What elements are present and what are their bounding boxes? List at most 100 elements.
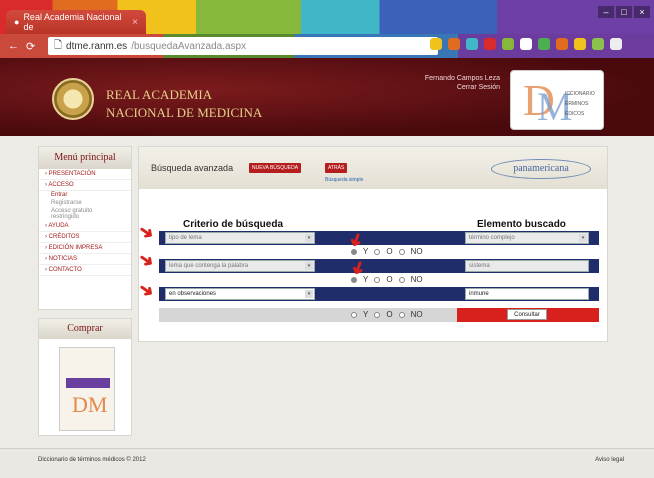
academy-name-line1: REAL ACADEMIA (106, 87, 213, 102)
extension-icon[interactable] (448, 38, 460, 50)
radio-y-2[interactable] (351, 276, 357, 283)
new-search-button[interactable]: NUEVA BÚSQUEDA (249, 163, 302, 173)
browser-window: ● Real Academia Nacional de × – □ × ← ⟳ … (0, 0, 654, 478)
criteria-value-2: lema que contenga la palabra (169, 263, 249, 269)
address-bar[interactable]: 🗋 dtme.ranm.es/busquedaAvanzada.aspx (48, 37, 438, 55)
element-input-2[interactable]: sistema (465, 260, 589, 272)
radio-o-3[interactable] (374, 311, 381, 318)
maximize-icon[interactable]: □ (616, 6, 632, 18)
annotation-arrow-icon: ➜ (134, 247, 159, 273)
radio-no-label-2: NO (410, 275, 423, 284)
operator-group-3: Y O NO (351, 310, 423, 319)
extension-icon[interactable] (592, 38, 604, 50)
extension-icon[interactable] (502, 38, 514, 50)
legal-link[interactable]: Aviso legal (595, 457, 624, 463)
menu-subitem-entrar[interactable]: Entrar (39, 191, 131, 199)
extension-icon[interactable] (430, 38, 442, 50)
element-value-1: término complejo (469, 235, 515, 241)
submit-bar: Consultar (457, 308, 599, 322)
window-controls: – □ × (598, 6, 650, 18)
site-header: REAL ACADEMIA NACIONAL DE MEDICINA Ferna… (0, 58, 654, 136)
menu-item-ayuda[interactable]: › AYUDA (39, 221, 131, 232)
browser-tab[interactable]: ● Real Academia Nacional de × (6, 10, 146, 34)
radio-y-label-3: Y (363, 310, 369, 319)
extension-icons (430, 38, 622, 50)
extension-icon[interactable] (556, 38, 568, 50)
panamericana-logo: panamericana (491, 159, 591, 179)
buy-title: Comprar (39, 319, 131, 339)
menu-icon[interactable] (610, 38, 622, 50)
close-window-icon[interactable]: × (634, 6, 650, 18)
user-box: Fernando Campos Leza Cerrar Sesión (400, 74, 500, 92)
back-icon[interactable]: ← (8, 40, 19, 52)
extension-icon[interactable] (538, 38, 550, 50)
page-body: Menú principal › PRESENTACIÓN › ACCESO E… (0, 136, 654, 478)
criteria-select-3[interactable]: en observaciones ▾ (165, 288, 315, 300)
menu-item-edicion-impresa[interactable]: › EDICIÓN IMPRESA (39, 243, 131, 254)
chevron-down-icon: ▾ (305, 234, 313, 242)
annotation-arrow-icon: ➜ (134, 277, 159, 303)
radio-no-label-1: NO (410, 247, 423, 256)
radio-y-3[interactable] (351, 311, 357, 318)
consult-button[interactable]: Consultar (507, 309, 547, 320)
menu-item-contacto[interactable]: › CONTACTO (39, 265, 131, 276)
element-value-3: inmune (469, 291, 489, 297)
criteria-value-3: en observaciones (169, 291, 217, 297)
radio-o-label-1: O (386, 247, 393, 256)
search-row-1: tipo de lema ▾ término complejo ▾ (159, 231, 599, 245)
dtme-logo-caption: ICCIONARIO ÉRMINOS ÉDICOS (565, 91, 595, 117)
tab-title: Real Academia Nacional de (23, 12, 122, 32)
footer-copyright: Diccionario de términos médicos © 2012 (38, 457, 146, 463)
academy-name-line2: NACIONAL DE MEDICINA (106, 105, 263, 120)
logout-link[interactable]: Cerrar Sesión (400, 83, 500, 92)
radio-y-1[interactable] (351, 248, 357, 255)
main-menu-title: Menú principal (39, 147, 131, 169)
extension-icon[interactable] (466, 38, 478, 50)
extension-icon[interactable] (484, 38, 496, 50)
browser-titlebar: ● Real Academia Nacional de × – □ × (0, 0, 654, 34)
back-button[interactable]: ATRÁS (325, 163, 348, 173)
element-select-1[interactable]: término complejo ▾ (465, 232, 589, 244)
menu-item-presentacion[interactable]: › PRESENTACIÓN (39, 169, 131, 180)
menu-item-noticias[interactable]: › NOTICIAS (39, 254, 131, 265)
criteria-select-1[interactable]: tipo de lema ▾ (165, 232, 315, 244)
chevron-down-icon: ▾ (305, 290, 313, 298)
favicon-icon: ● (14, 17, 20, 27)
radio-no-1[interactable] (398, 248, 405, 255)
radio-o-1[interactable] (374, 248, 381, 255)
page-icon: 🗋 (54, 39, 63, 51)
dtme-logo: D M ICCIONARIO ÉRMINOS ÉDICOS (510, 70, 604, 130)
page-title: Búsqueda avanzada (151, 163, 234, 173)
minimize-icon[interactable]: – (598, 6, 614, 18)
buy-box: Comprar DM (38, 318, 132, 436)
reload-icon[interactable]: ⟳ (26, 40, 35, 53)
criteria-select-2[interactable]: lema que contenga la palabra ▾ (165, 260, 315, 272)
element-value-2: sistema (469, 263, 490, 269)
book-logo: DM (72, 392, 108, 417)
menu-item-creditos[interactable]: › CRÉDITOS (39, 232, 131, 243)
advanced-search-panel: Búsqueda avanzada NUEVA BÚSQUEDA ATRÁS B… (134, 146, 608, 342)
close-tab-icon[interactable]: × (132, 17, 138, 28)
radio-no-2[interactable] (398, 276, 405, 283)
star-icon[interactable] (520, 38, 532, 50)
page-footer: Diccionario de términos médicos © 2012 A… (0, 448, 654, 478)
extension-icon[interactable] (574, 38, 586, 50)
radio-o-2[interactable] (374, 276, 381, 283)
radio-o-label-3: O (386, 310, 393, 319)
search-header: Búsqueda avanzada NUEVA BÚSQUEDA ATRÁS B… (139, 147, 607, 189)
element-header: Elemento buscado (477, 219, 566, 230)
chevron-down-icon: ▾ (305, 262, 313, 270)
user-name: Fernando Campos Leza (424, 75, 500, 82)
book-cover-image[interactable]: DM (59, 347, 115, 431)
simple-search-link[interactable]: Búsqueda simple (325, 177, 363, 183)
radio-no-3[interactable] (398, 311, 405, 318)
criteria-value-1: tipo de lema (169, 235, 202, 241)
radio-o-label-2: O (386, 275, 393, 284)
element-input-3[interactable]: inmune (465, 288, 589, 300)
menu-subitem-registrarse[interactable]: Registrarse (39, 199, 131, 207)
chevron-down-icon: ▾ (579, 234, 587, 242)
menu-subitem-acceso-gratuito[interactable]: Acceso gratuito restringido (39, 207, 131, 221)
criteria-header: Criterio de búsqueda (183, 219, 284, 230)
menu-item-acceso[interactable]: › ACCESO (39, 180, 131, 191)
book-band (66, 378, 110, 388)
